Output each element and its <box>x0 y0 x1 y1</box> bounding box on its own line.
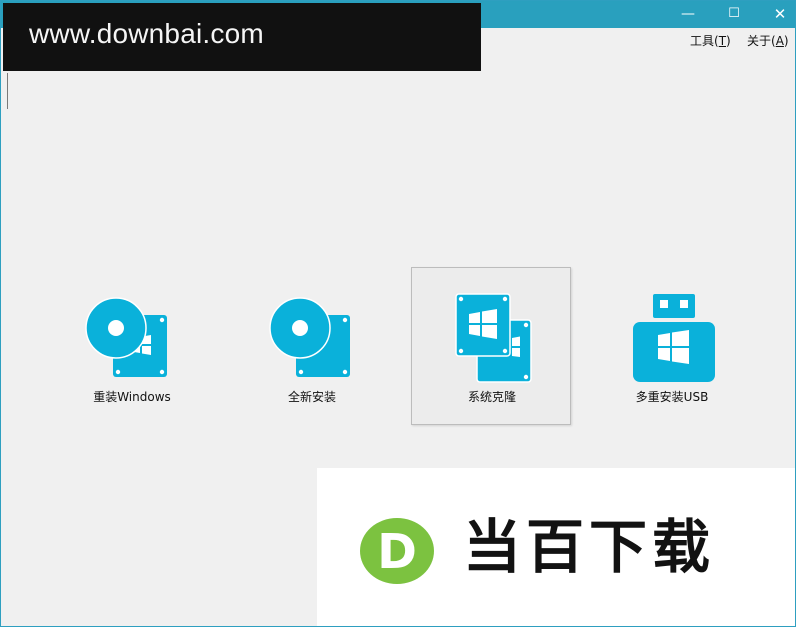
usb-windows-icon <box>633 294 715 382</box>
fresh-install-label: 全新安装 <box>287 390 336 404</box>
maximize-button[interactable]: ☐ <box>711 1 757 28</box>
menu-tools[interactable]: 工具(T) <box>690 32 731 49</box>
menu-about-label-end: ) <box>783 34 789 48</box>
close-button[interactable]: ✕ <box>757 1 795 28</box>
menu-tools-label-end: ) <box>726 34 731 48</box>
multi-install-usb-label: 多重安装USB <box>635 390 709 404</box>
disc-install-icon <box>269 297 350 377</box>
reinstall-windows-button[interactable]: 重装Windows <box>51 267 211 425</box>
menu-about-accelerator: A <box>775 34 784 48</box>
system-clone-label: 系统克隆 <box>467 390 516 404</box>
menu-tools-accelerator: T <box>718 34 727 48</box>
reinstall-windows-label: 重装Windows <box>93 390 171 404</box>
text-cursor <box>7 73 8 109</box>
fresh-install-button[interactable]: 全新安装 <box>231 267 391 425</box>
brand-logo-letter: D <box>377 524 417 580</box>
menu-tools-label: 工具( <box>690 34 719 48</box>
menu-about[interactable]: 关于(A) <box>747 32 789 49</box>
brand-name: 当百下载 <box>463 513 716 581</box>
brand-logo-icon: D <box>360 518 434 584</box>
brand-logo-panel: D 当百下载 <box>317 468 795 626</box>
disc-windows-icon <box>85 297 167 377</box>
windows-clone-icon <box>455 293 532 383</box>
system-clone-button[interactable]: 系统克隆 <box>411 267 571 425</box>
app-window: — ☐ ✕ www.downbai.com 工具(T) 关于(A) 重装Wind… <box>0 0 796 627</box>
menu-about-label: 关于( <box>747 34 776 48</box>
watermark-banner: www.downbai.com <box>3 3 481 71</box>
multi-install-usb-button[interactable]: 多重安装USB <box>591 267 751 425</box>
minimize-button[interactable]: — <box>665 1 711 28</box>
